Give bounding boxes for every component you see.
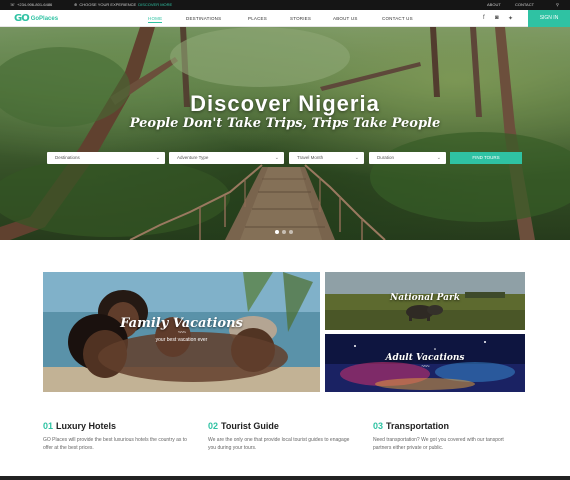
feature-transportation: 03 Transportation Need transportation? W… <box>373 421 523 452</box>
discover-more-link[interactable]: DISCOVER MORE <box>138 2 172 7</box>
hero-forest-image <box>0 27 570 240</box>
phone-info[interactable]: ☏ +234-906-801-6486 <box>10 2 52 7</box>
adventure-type-label: Adventure Type <box>177 155 209 160</box>
instagram-icon[interactable]: ◙ <box>495 15 499 21</box>
feature-number: 02 <box>208 421 219 431</box>
find-tours-button[interactable]: FIND TOURS <box>450 152 522 164</box>
feature-title: Luxury Hotels <box>56 421 117 431</box>
hero-title: Discover Nigeria <box>190 91 380 116</box>
top-bar: ☏ +234-906-801-6486 ⊕ CHOOSE YOUR EXPERI… <box>0 0 570 10</box>
family-vacations-caption: your best vacation ever <box>155 337 208 343</box>
logo[interactable]: GO GoPlaces <box>14 13 58 24</box>
sign-in-button[interactable]: SIGN IN <box>528 10 570 27</box>
adult-vacations-photo <box>325 334 525 392</box>
duration-label: Duration <box>377 155 395 160</box>
chevron-down-icon: ⌄ <box>436 155 441 161</box>
experience-info: ⊕ CHOOSE YOUR EXPERIENCE DISCOVER MORE <box>74 2 172 7</box>
nav-stories[interactable]: STORIES <box>290 16 311 21</box>
phone-icon: ☏ <box>10 2 16 7</box>
national-park-card[interactable]: National Park <box>325 272 525 330</box>
travel-month-select[interactable]: Travel Month ⌄ <box>289 152 364 164</box>
chevron-down-icon: ⌄ <box>155 155 160 161</box>
nav-places[interactable]: PLACES <box>248 16 267 21</box>
top-contact-link[interactable]: CONTACT <box>515 2 534 7</box>
squiggle-icon: ~~~ <box>177 330 187 336</box>
twitter-icon[interactable]: ✦ <box>508 15 513 22</box>
adventure-type-select[interactable]: Adventure Type ⌄ <box>169 152 284 164</box>
feature-text: GO Places will provide the best luxuriou… <box>43 437 187 451</box>
feature-luxury-hotels: 01 Luxury Hotels GO Places will provide … <box>43 421 193 452</box>
nav-contact-us[interactable]: CONTACT US <box>382 16 413 21</box>
slide-dot[interactable] <box>282 230 286 234</box>
family-vacations-title: Family Vacations <box>120 316 243 331</box>
family-vacations-card[interactable]: Family Vacations ~~~ your best vacation … <box>43 272 320 392</box>
slide-dot[interactable] <box>289 230 293 234</box>
chevron-down-icon: ⌄ <box>274 155 279 161</box>
feature-number: 03 <box>373 421 384 431</box>
squiggle-icon: ~~~ <box>421 364 430 370</box>
phone-number: +234-906-801-6486 <box>17 2 53 7</box>
feature-text: We are the only one that provide local t… <box>208 437 350 451</box>
feature-text: Need transportation? We got you covered … <box>373 437 504 451</box>
search-icon[interactable]: ⚲ <box>556 2 559 7</box>
destinations-select[interactable]: Destinations ⌄ <box>47 152 165 164</box>
slider-dots <box>275 230 293 234</box>
chevron-down-icon: ⌄ <box>354 155 359 161</box>
logo-mark: GO <box>14 13 30 24</box>
top-about-link[interactable]: ABOUT <box>487 2 501 7</box>
nav-home[interactable]: HOME <box>148 16 163 23</box>
slide-dot[interactable] <box>275 230 279 234</box>
feature-number: 01 <box>43 421 54 431</box>
adult-vacations-title: Adult Vacations <box>385 353 465 363</box>
hero-subtitle: People Don't Take Trips, Trips Take Peop… <box>129 116 441 131</box>
destinations-label: Destinations <box>55 155 80 160</box>
facebook-icon[interactable]: f <box>483 15 485 21</box>
globe-icon: ⊕ <box>74 2 78 7</box>
national-park-title: National Park <box>390 293 460 303</box>
duration-select[interactable]: Duration ⌄ <box>369 152 446 164</box>
nav-about-us[interactable]: ABOUT US <box>333 16 358 21</box>
top-contact-label: CONTACT <box>515 2 535 7</box>
travel-month-label: Travel Month <box>297 155 324 160</box>
logo-text: GoPlaces <box>30 15 59 22</box>
footer-strip <box>0 476 570 480</box>
top-about-label: ABOUT <box>487 2 501 7</box>
feature-title: Tourist Guide <box>221 421 279 431</box>
feature-title: Transportation <box>386 421 450 431</box>
hero-banner: Discover Nigeria People Don't Take Trips… <box>0 27 570 240</box>
feature-tourist-guide: 02 Tourist Guide We are the only one tha… <box>208 421 358 452</box>
nav-destinations[interactable]: DESTINATIONS <box>186 16 221 21</box>
adult-vacations-card[interactable]: Adult Vacations ~~~ <box>325 334 525 392</box>
main-navigation: GO GoPlaces HOME DESTINATIONS PLACES STO… <box>0 10 570 27</box>
choose-experience-text: CHOOSE YOUR EXPERIENCE <box>79 2 137 7</box>
